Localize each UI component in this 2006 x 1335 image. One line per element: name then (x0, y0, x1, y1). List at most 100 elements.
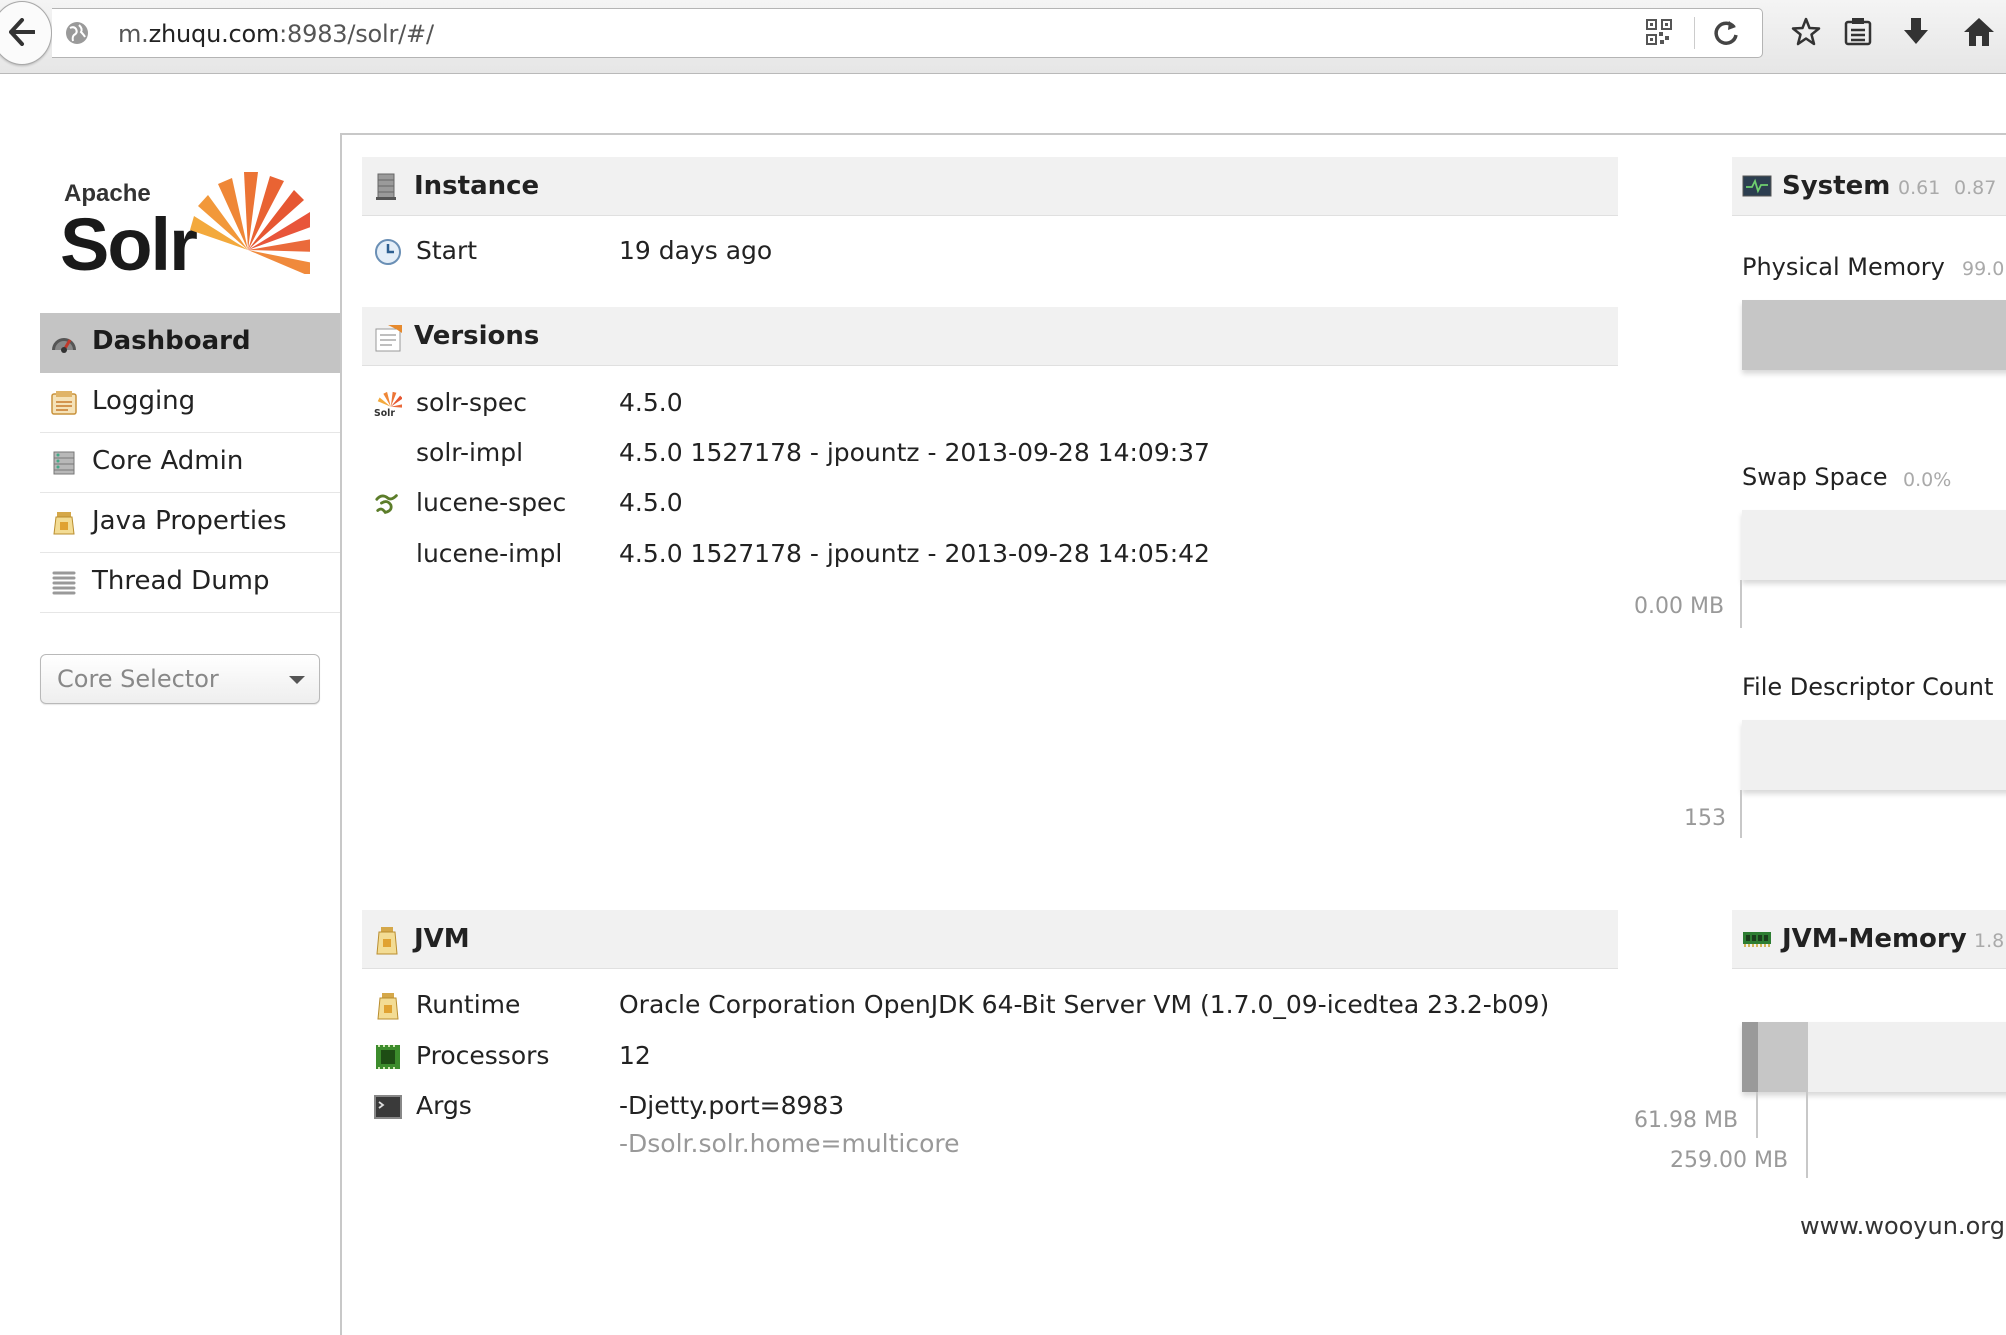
qr-code-icon[interactable] (1646, 19, 1672, 45)
chevron-down-icon (289, 676, 305, 684)
jvm-memory-value: 1.8 (1974, 930, 2005, 952)
jvm-label: Args (416, 1091, 472, 1120)
url-text[interactable]: m.zhuqu.com:8983/solr/#/ (118, 20, 434, 48)
instance-block: Instance Start 19 days ago (362, 157, 1618, 265)
url-prefix: m. (118, 20, 149, 48)
jvm-memory-title: JVM-Memory (1782, 924, 1967, 954)
jvm-memory-allocated-label: 259.00 MB (1670, 1148, 1789, 1173)
sidebar-nav: Dashboard Logging Core Admin Java Proper… (40, 313, 340, 613)
version-label: solr-spec (416, 388, 527, 417)
processor-icon (376, 1045, 400, 1069)
sidebar-item-logging[interactable]: Logging (40, 373, 340, 433)
swap-space-pct: 0.0% (1903, 469, 1952, 491)
system-load-2: 0.87 (1954, 177, 1997, 199)
version-row: lucene-impl 4.5.0 1527178 - jpountz - 20… (362, 535, 1618, 575)
swap-space-label: Swap Space (1742, 463, 1888, 491)
instance-header: Instance (362, 157, 1618, 216)
jvm-memory-bar (1742, 1022, 2006, 1092)
bookmark-star-icon[interactable] (1790, 16, 1822, 48)
sidebar-item-label: Thread Dump (92, 566, 270, 596)
version-row: solr-impl 4.5.0 1527178 - jpountz - 2013… (362, 434, 1618, 474)
solr-icon: Solr (374, 391, 402, 418)
bookmarks-list-icon[interactable] (1842, 16, 1874, 48)
system-monitor-icon (1742, 175, 1772, 197)
system-load-1: 0.61 (1898, 177, 1941, 199)
sidebar-item-dashboard[interactable]: Dashboard (40, 313, 340, 373)
swap-space-bar (1742, 510, 2006, 580)
jvm-memory-allocated-tick (1806, 1092, 1808, 1178)
terminal-icon (374, 1095, 402, 1119)
physical-memory-label: Physical Memory (1742, 253, 1945, 281)
swap-tick (1740, 580, 1742, 628)
sidebar-item-label: Logging (92, 386, 196, 416)
core-admin-icon (53, 451, 75, 475)
jvm-label: Runtime (416, 990, 521, 1019)
file-descriptor-label: File Descriptor Count (1742, 673, 1994, 701)
version-value: 4.5.0 (619, 488, 683, 517)
logo-solr-text: Solr (60, 203, 198, 286)
jvm-row: Processors 12 (362, 1037, 1618, 1077)
core-selector-placeholder: Core Selector (57, 665, 219, 693)
jvm-row: Runtime Oracle Corporation OpenJDK 64-Bi… (362, 986, 1618, 1026)
java-properties-icon (53, 512, 75, 535)
version-value: 4.5.0 1527178 - jpountz - 2013-09-28 14:… (619, 438, 1210, 467)
version-label: solr-impl (416, 438, 524, 467)
browser-toolbar: m.zhuqu.com:8983/solr/#/ (0, 0, 2006, 74)
physical-memory-bar (1742, 300, 2006, 370)
jvm-value: Oracle Corporation OpenJDK 64-Bit Server… (619, 990, 1550, 1019)
jvm-title: JVM (414, 924, 470, 954)
jvm-block: JVM Runtime Oracle Corporation OpenJDK 6… (362, 910, 1618, 1158)
memory-chip-icon (1743, 932, 1771, 947)
instance-title: Instance (414, 171, 540, 201)
system-title: System (1782, 171, 1891, 201)
versions-title: Versions (414, 321, 540, 351)
version-row: Solr solr-spec 4.5.0 (362, 384, 1618, 424)
start-value: 19 days ago (619, 236, 773, 265)
jvm-value: 12 (619, 1041, 651, 1070)
java-icon (376, 927, 398, 955)
file-descriptor-tick (1740, 790, 1742, 838)
url-path: :8983/solr/#/ (279, 20, 434, 48)
sidebar-item-label: Java Properties (92, 506, 287, 536)
file-descriptor-bar (1742, 720, 2006, 790)
version-label: lucene-spec (416, 488, 567, 517)
start-row: Start 19 days ago (362, 232, 1618, 272)
physical-memory-bar-fill (1742, 300, 2006, 370)
thread-dump-icon (52, 571, 76, 595)
sidebar-item-thread-dump[interactable]: Thread Dump (40, 553, 340, 613)
url-domain: zhuqu.com (148, 20, 280, 48)
jvm-label: Processors (416, 1041, 550, 1070)
svg-text:Solr: Solr (374, 408, 395, 418)
home-icon[interactable] (1962, 16, 1996, 48)
swap-tick-label: 0.00 MB (1634, 594, 1725, 619)
back-button[interactable] (0, 1, 52, 65)
url-bar[interactable]: m.zhuqu.com:8983/solr/#/ (52, 8, 1763, 58)
version-row: lucene-spec 4.5.0 (362, 484, 1618, 524)
jvm-memory-used-fill (1742, 1022, 1758, 1092)
sidebar-item-java-properties[interactable]: Java Properties (40, 493, 340, 553)
sidebar-item-label: Core Admin (92, 446, 244, 476)
server-icon (376, 173, 396, 200)
jvm-memory-header: JVM-Memory 1.8 (1732, 910, 2006, 969)
clock-icon (375, 239, 401, 265)
logging-icon (51, 391, 77, 415)
jvm-value: -Djetty.port=8983 (619, 1091, 845, 1120)
globe-icon (66, 22, 88, 44)
start-label: Start (416, 236, 478, 265)
physical-memory-pct: 99.0 (1962, 258, 2005, 280)
dashboard-icon (52, 338, 76, 353)
solr-logo[interactable]: Apache Solr (60, 150, 310, 286)
sidebar-item-label: Dashboard (92, 326, 251, 356)
versions-block: Versions Solr solr-spec 4.5.0 solr-impl … (362, 307, 1618, 568)
jvm-value-secondary: -Dsolr.solr.home=multicore (619, 1129, 960, 1158)
reload-icon[interactable] (1712, 19, 1740, 47)
versions-icon (375, 325, 402, 352)
sidebar-item-core-admin[interactable]: Core Admin (40, 433, 340, 493)
solr-sun-icon (190, 172, 310, 274)
runtime-icon (377, 993, 399, 1020)
system-header: System 0.61 0.87 (1732, 157, 2006, 216)
jvm-memory-used-tick (1756, 1092, 1758, 1138)
core-selector-dropdown[interactable]: Core Selector (40, 654, 320, 704)
version-value: 4.5.0 1527178 - jpountz - 2013-09-28 14:… (619, 539, 1210, 568)
download-icon[interactable] (1900, 16, 1932, 48)
